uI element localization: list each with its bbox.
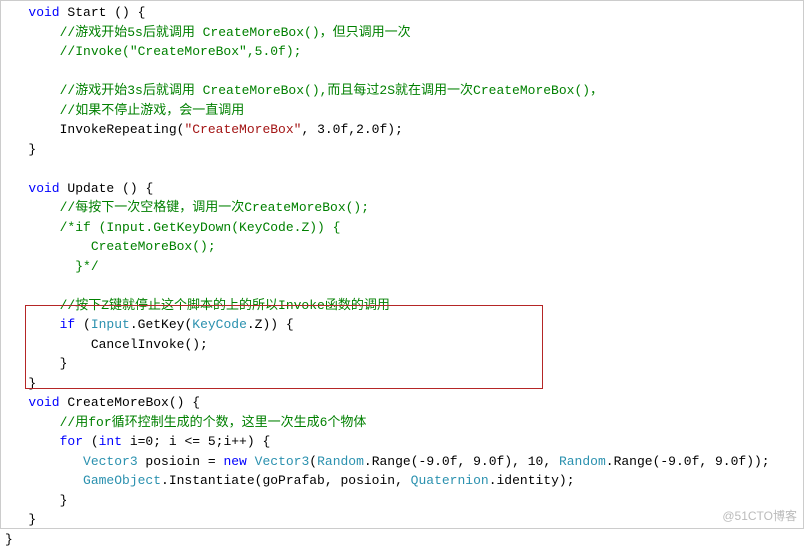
code-text: .identity);: [489, 473, 575, 488]
brace: }: [5, 532, 13, 547]
type-vector3: Vector3: [83, 454, 138, 469]
comment: //用for循环控制生成的个数，这里一次生成6个物体: [60, 415, 367, 430]
code-text: .Range(-9.0f, 9.0f));: [606, 454, 770, 469]
code-text: posioin =: [138, 454, 224, 469]
method-start: Start () {: [60, 5, 146, 20]
brace: }: [60, 356, 68, 371]
comment: //按下Z键就停止这个脚本的上的所以Invoke函数的调用: [60, 298, 390, 313]
brace: }: [28, 142, 36, 157]
brace: }: [60, 493, 68, 508]
code-block: void Start () { //游戏开始5s后就调用 CreateMoreB…: [1, 1, 803, 551]
comment: /*if (Input.GetKeyDown(KeyCode.Z)) {: [60, 220, 341, 235]
code-text: , 3.0f,2.0f);: [301, 122, 402, 137]
comment: //如果不停止游戏，会一直调用: [60, 103, 245, 118]
method-update: Update () {: [60, 181, 154, 196]
code-text: (: [309, 454, 317, 469]
keyword-void: void: [28, 395, 59, 410]
keyword-int: int: [99, 434, 122, 449]
type-gameobject: GameObject: [83, 473, 161, 488]
type-keycode: KeyCode: [192, 317, 247, 332]
type-random: Random: [559, 454, 606, 469]
type-quaternion: Quaternion: [411, 473, 489, 488]
code-text: [247, 454, 255, 469]
comment: //游戏开始3s后就调用 CreateMoreBox(),而且每过2S就在调用一…: [60, 83, 603, 98]
code-text: InvokeRepeating(: [60, 122, 185, 137]
code-text: .Z)) {: [247, 317, 294, 332]
type-random: Random: [317, 454, 364, 469]
code-text: (: [83, 434, 99, 449]
comment: CreateMoreBox();: [60, 239, 216, 254]
brace: }: [28, 512, 36, 527]
string-literal: "CreateMoreBox": [184, 122, 301, 137]
keyword-void: void: [28, 5, 59, 20]
code-text: (: [75, 317, 91, 332]
type-vector3: Vector3: [255, 454, 310, 469]
code-text: CancelInvoke();: [91, 337, 208, 352]
comment: }*/: [60, 259, 99, 274]
brace: }: [28, 376, 36, 391]
watermark: @51CTO博客: [722, 507, 797, 524]
code-text: i=0; i <= 5;i++) {: [122, 434, 270, 449]
keyword-new: new: [223, 454, 246, 469]
code-text: .Range(-9.0f, 9.0f), 10,: [364, 454, 559, 469]
keyword-for: for: [60, 434, 83, 449]
comment: //每按下一次空格键，调用一次CreateMoreBox();: [60, 200, 369, 215]
comment: //游戏开始5s后就调用 CreateMoreBox()，但只调用一次: [60, 25, 411, 40]
code-text: .GetKey(: [130, 317, 192, 332]
keyword-if: if: [60, 317, 76, 332]
code-text: .Instantiate(goPrafab, posioin,: [161, 473, 411, 488]
comment: //Invoke("CreateMoreBox",5.0f);: [60, 44, 302, 59]
method-createmorebox: CreateMoreBox() {: [60, 395, 200, 410]
type-input: Input: [91, 317, 130, 332]
keyword-void: void: [28, 181, 59, 196]
